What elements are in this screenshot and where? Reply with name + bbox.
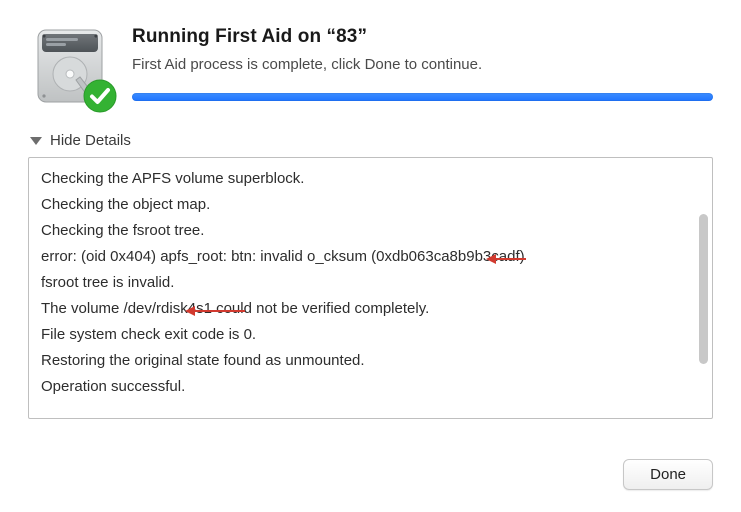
dialog-title: Running First Aid on “83”	[132, 26, 713, 48]
log-lines: Checking the APFS volume superblock.Chec…	[29, 158, 712, 418]
header-text-block: Running First Aid on “83” First Aid proc…	[132, 24, 713, 101]
hide-details-toggle[interactable]: Hide Details	[30, 132, 131, 149]
disk-icon-with-badge	[28, 24, 112, 108]
log-line: fsroot tree is invalid.	[41, 270, 694, 296]
log-scrollbar[interactable]	[699, 214, 708, 364]
success-check-icon	[82, 78, 118, 114]
log-line: Checking the object map.	[41, 192, 694, 218]
log-line: Operation successful.	[41, 374, 694, 400]
done-button[interactable]: Done	[623, 459, 713, 490]
first-aid-dialog: Running First Aid on “83” First Aid proc…	[0, 0, 741, 512]
log-line: File system check exit code is 0.	[41, 322, 694, 348]
log-line: Checking the fsroot tree.	[41, 218, 694, 244]
dialog-footer: Done	[623, 459, 713, 490]
dialog-subtitle: First Aid process is complete, click Don…	[132, 56, 713, 73]
progress-bar	[132, 93, 713, 101]
log-line: The volume /dev/rdisk4s1 could not be ve…	[41, 296, 694, 322]
log-line: Restoring the original state found as un…	[41, 348, 694, 374]
disclosure-triangle-icon	[30, 137, 42, 145]
details-toggle-label: Hide Details	[50, 132, 131, 149]
log-line: Checking the APFS volume superblock.	[41, 166, 694, 192]
dialog-header: Running First Aid on “83” First Aid proc…	[28, 24, 713, 108]
log-line: error: (oid 0x404) apfs_root: btn: inval…	[41, 244, 694, 270]
log-output: Checking the APFS volume superblock.Chec…	[28, 157, 713, 419]
